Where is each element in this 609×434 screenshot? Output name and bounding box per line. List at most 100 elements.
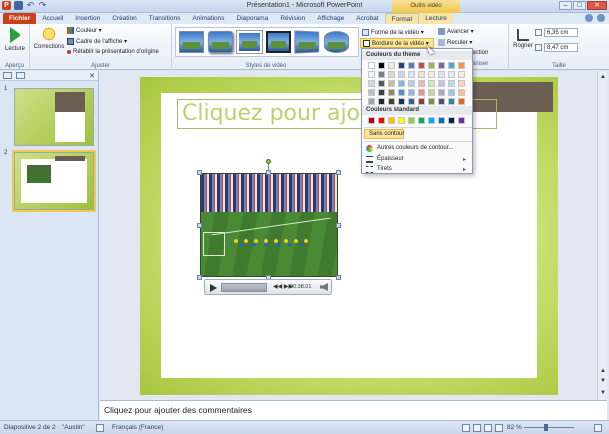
- theme-color-swatch[interactable]: [438, 62, 445, 69]
- tab-revision[interactable]: Révision: [274, 13, 311, 24]
- outline-tab-icon[interactable]: [16, 72, 25, 79]
- tab-affichage[interactable]: Affichage: [311, 13, 350, 24]
- tab-fichier[interactable]: Fichier: [3, 13, 37, 24]
- theme-color-swatch[interactable]: [408, 89, 415, 96]
- theme-color-swatch[interactable]: [398, 80, 405, 87]
- theme-color-swatch[interactable]: [408, 62, 415, 69]
- video-style-thumb[interactable]: [294, 30, 320, 54]
- theme-color-swatch[interactable]: [448, 98, 455, 105]
- video-style-thumb[interactable]: [266, 31, 291, 53]
- tab-format[interactable]: Format: [384, 13, 420, 24]
- video-style-thumb[interactable]: [236, 30, 263, 54]
- theme-color-swatch[interactable]: [378, 71, 385, 78]
- volume-icon[interactable]: [320, 283, 328, 291]
- reset-design-button[interactable]: Rétablir la présentation d'origine: [67, 49, 159, 55]
- selection-pane-button[interactable]: lection: [471, 50, 488, 56]
- resize-handle[interactable]: [336, 170, 341, 175]
- zoom-slider-thumb[interactable]: [544, 424, 548, 431]
- theme-color-swatch[interactable]: [408, 71, 415, 78]
- theme-color-swatch[interactable]: [428, 62, 435, 69]
- slideshow-icon[interactable]: [495, 424, 503, 432]
- height-input[interactable]: 6,35 cm: [544, 28, 578, 37]
- tab-acrobat[interactable]: Acrobat: [350, 13, 384, 24]
- theme-color-swatch[interactable]: [368, 80, 375, 87]
- standard-color-swatch[interactable]: [398, 117, 405, 124]
- vertical-scrollbar[interactable]: ▲ ▲ ▼ ▼: [597, 71, 607, 400]
- theme-color-swatch[interactable]: [448, 89, 455, 96]
- poster-frame-button[interactable]: Cadre de l'affiche ▾: [67, 38, 127, 45]
- standard-color-swatch[interactable]: [448, 117, 455, 124]
- standard-color-swatch[interactable]: [378, 117, 385, 124]
- video-play-icon[interactable]: [210, 284, 217, 292]
- theme-color-swatch[interactable]: [418, 89, 425, 96]
- theme-color-swatch[interactable]: [448, 71, 455, 78]
- crop-button[interactable]: Rogner: [511, 26, 535, 49]
- video-timeline[interactable]: [221, 283, 267, 292]
- theme-color-swatch[interactable]: [458, 89, 465, 96]
- tab-lecture[interactable]: Lecture: [419, 13, 453, 24]
- theme-color-swatch[interactable]: [398, 62, 405, 69]
- standard-color-swatch[interactable]: [428, 117, 435, 124]
- reading-view-icon[interactable]: [484, 424, 492, 432]
- resize-handle[interactable]: [336, 275, 341, 280]
- theme-color-swatch[interactable]: [408, 80, 415, 87]
- theme-color-swatch[interactable]: [438, 80, 445, 87]
- more-outline-colors-item[interactable]: Autres couleurs de contour...: [362, 143, 472, 153]
- resize-handle[interactable]: [197, 223, 202, 228]
- tab-creation[interactable]: Création: [106, 13, 143, 24]
- theme-color-swatch[interactable]: [438, 71, 445, 78]
- send-backward-button[interactable]: Reculer ▾: [438, 39, 472, 46]
- minimize-ribbon-icon[interactable]: [585, 14, 593, 22]
- theme-color-swatch[interactable]: [368, 89, 375, 96]
- zoom-slider[interactable]: [524, 427, 574, 428]
- zoom-level[interactable]: 82 %: [507, 424, 522, 431]
- standard-color-swatch[interactable]: [368, 117, 375, 124]
- theme-color-swatch[interactable]: [428, 71, 435, 78]
- tab-accueil[interactable]: Accueil: [36, 13, 69, 24]
- standard-color-swatch[interactable]: [388, 117, 395, 124]
- theme-color-swatch[interactable]: [368, 62, 375, 69]
- dashes-item[interactable]: Tirets ▸: [362, 164, 472, 174]
- theme-color-swatch[interactable]: [458, 98, 465, 105]
- theme-color-swatch[interactable]: [368, 98, 375, 105]
- theme-color-swatch[interactable]: [408, 98, 415, 105]
- slide-sorter-icon[interactable]: [473, 424, 481, 432]
- close-pane-icon[interactable]: ✕: [89, 72, 95, 80]
- slide-canvas[interactable]: Cliquez pour ajou ◀◀ ▶▶ 00:38.01: [140, 77, 558, 395]
- maximize-button[interactable]: □: [573, 1, 586, 10]
- theme-color-swatch[interactable]: [398, 71, 405, 78]
- title-placeholder-text[interactable]: Cliquez pour ajou: [182, 101, 374, 126]
- resize-handle[interactable]: [266, 170, 271, 175]
- theme-color-swatch[interactable]: [448, 62, 455, 69]
- standard-color-swatch[interactable]: [458, 117, 465, 124]
- standard-color-swatch[interactable]: [418, 117, 425, 124]
- status-language[interactable]: Français (France): [112, 424, 163, 431]
- slide-thumbnail-2[interactable]: 2: [4, 150, 96, 212]
- resize-handle[interactable]: [336, 223, 341, 228]
- bring-forward-button[interactable]: Avancer ▾: [438, 28, 474, 35]
- close-button[interactable]: ✕: [587, 1, 607, 10]
- color-button[interactable]: Couleur ▾: [67, 27, 102, 34]
- theme-color-swatch[interactable]: [428, 80, 435, 87]
- normal-view-icon[interactable]: [462, 424, 470, 432]
- play-preview-button[interactable]: Lecture: [2, 26, 28, 52]
- scroll-down-icon[interactable]: ▼: [599, 389, 607, 397]
- theme-color-swatch[interactable]: [448, 80, 455, 87]
- theme-color-swatch[interactable]: [418, 98, 425, 105]
- theme-color-swatch[interactable]: [458, 62, 465, 69]
- fit-to-window-icon[interactable]: [594, 424, 602, 432]
- theme-color-swatch[interactable]: [388, 71, 395, 78]
- video-style-thumb[interactable]: [179, 31, 204, 53]
- video-frame[interactable]: [200, 173, 338, 277]
- theme-color-swatch[interactable]: [458, 80, 465, 87]
- resize-handle[interactable]: [197, 170, 202, 175]
- theme-color-swatch[interactable]: [418, 71, 425, 78]
- standard-color-swatch[interactable]: [438, 117, 445, 124]
- width-input[interactable]: 8,47 cm: [544, 43, 578, 52]
- notes-pane[interactable]: Cliquez pour ajouter des commentaires: [100, 400, 607, 420]
- minimize-button[interactable]: –: [559, 1, 572, 10]
- weight-item[interactable]: Épaisseur ▸: [362, 154, 472, 164]
- next-slide-icon[interactable]: ▼: [599, 377, 607, 385]
- spellcheck-icon[interactable]: [96, 424, 104, 432]
- theme-color-swatch[interactable]: [378, 80, 385, 87]
